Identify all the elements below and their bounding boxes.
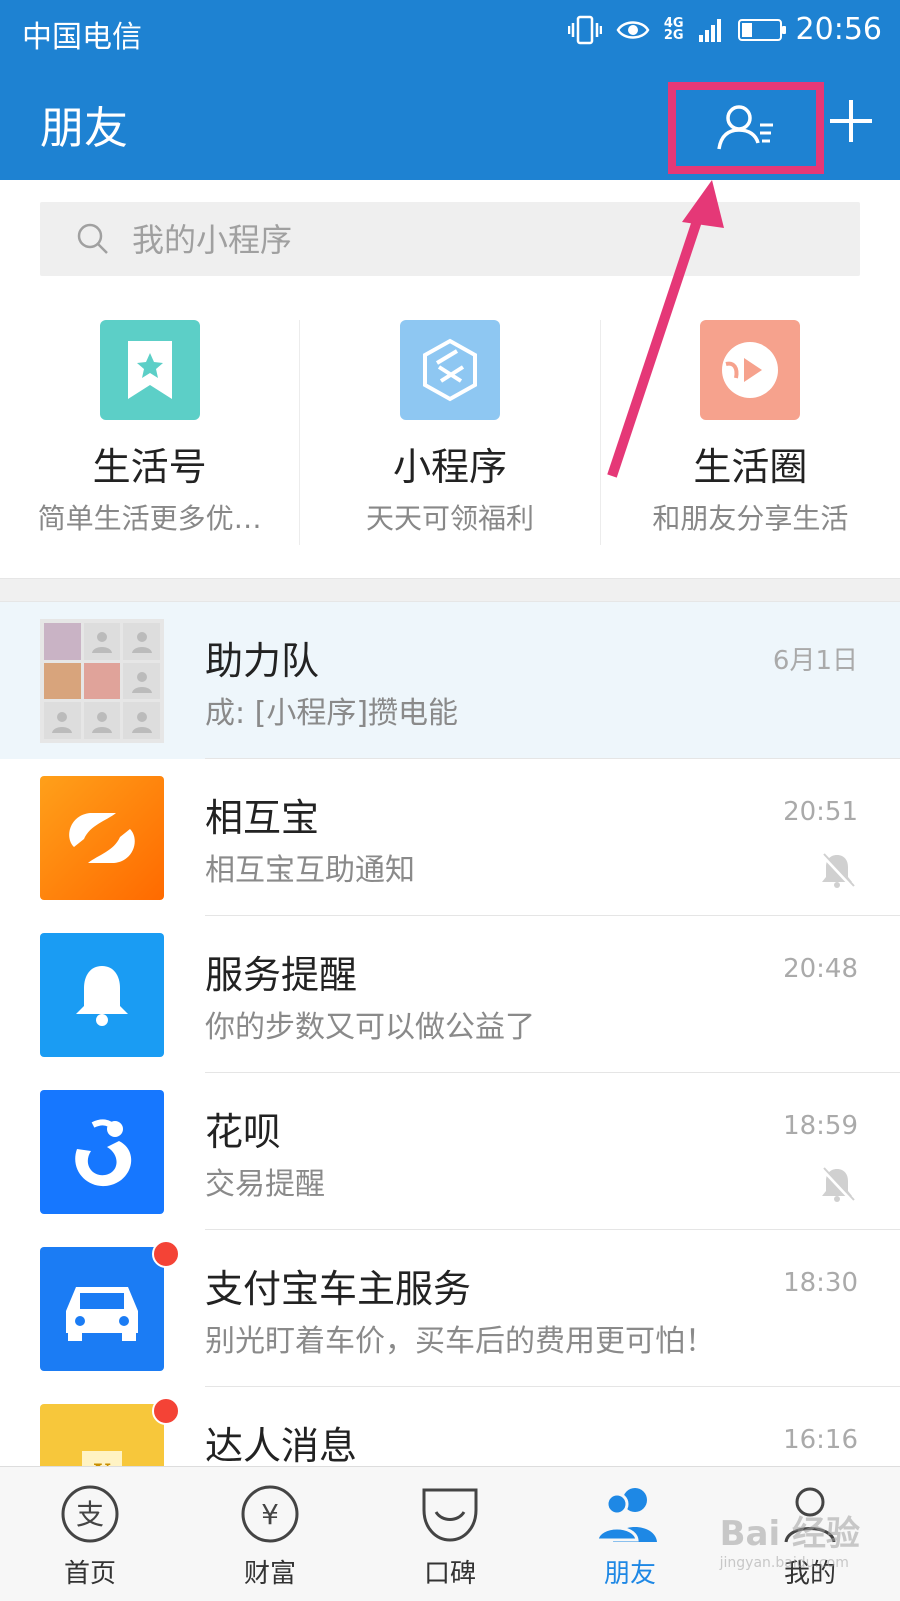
battery-icon bbox=[737, 18, 786, 41]
message-time: 18:59 bbox=[783, 1111, 858, 1141]
message-row-zhuli[interactable]: 助力队 成: [小程序]攒电能 6月1日 bbox=[0, 602, 900, 759]
message-title: 花呗 bbox=[205, 1110, 282, 1154]
tab-label: 财富 bbox=[243, 1559, 296, 1589]
mini-program-icon bbox=[422, 338, 477, 402]
eye-icon bbox=[616, 20, 650, 39]
person-icon bbox=[52, 711, 73, 733]
huabei-icon bbox=[40, 1090, 164, 1214]
tab-wealth[interactable]: ¥ 财富 bbox=[180, 1467, 360, 1601]
app-name: 生活圈 bbox=[693, 445, 808, 489]
page-title: 朋友 bbox=[40, 103, 128, 154]
message-row-fuwu[interactable]: 服务提醒 你的步数又可以做公益了 20:48 bbox=[0, 916, 900, 1073]
plus-icon bbox=[830, 100, 872, 142]
app-desc: 天天可领福利 bbox=[365, 502, 534, 535]
message-row-xianghubao[interactable]: 相互宝 相互宝互助通知 20:51 bbox=[0, 759, 900, 916]
tab-koubei[interactable]: 口碑 bbox=[360, 1467, 540, 1601]
person-icon bbox=[91, 711, 112, 733]
app-tile bbox=[99, 320, 200, 420]
status-bar: 中国电信 4G 2G 20:56 bbox=[0, 0, 900, 64]
contacts-button[interactable] bbox=[668, 82, 824, 174]
xianghubao-icon bbox=[40, 776, 164, 900]
app-desc: 和朋友分享生活 bbox=[652, 502, 849, 535]
top-bar: 中国电信 4G 2G 20:56 朋友 bbox=[0, 0, 900, 180]
person-icon bbox=[131, 711, 152, 733]
message-list: 助力队 成: [小程序]攒电能 6月1日 相互宝 相互宝互助通知 20:51 服… bbox=[0, 602, 900, 1544]
search-bar[interactable] bbox=[40, 202, 860, 278]
status-icons: 4G 2G 20:56 bbox=[567, 12, 882, 47]
message-time: 20:48 bbox=[783, 954, 858, 984]
section-divider bbox=[0, 578, 900, 602]
message-row-chezhu[interactable]: 支付宝车主服务 别光盯着车价，买车后的费用更可怕！ 18:30 bbox=[0, 1230, 900, 1387]
message-title: 服务提醒 bbox=[205, 953, 358, 997]
watermark: Bai 经验 jingyan.baidu.com bbox=[720, 1506, 860, 1571]
tab-friends[interactable]: 朋友 bbox=[540, 1467, 720, 1601]
message-title: 相互宝 bbox=[205, 796, 320, 840]
message-time: 16:16 bbox=[783, 1425, 858, 1455]
mute-bell-icon bbox=[820, 853, 855, 889]
life-circle-icon bbox=[722, 342, 779, 398]
friends-icon bbox=[595, 1488, 657, 1542]
group-avatar bbox=[40, 619, 164, 743]
add-button[interactable] bbox=[826, 96, 876, 146]
message-preview: 别光盯着车价，买车后的费用更可怕！ bbox=[205, 1324, 715, 1359]
carrier-label: 中国电信 bbox=[22, 20, 142, 55]
person-icon bbox=[131, 632, 152, 654]
contacts-icon bbox=[717, 105, 773, 150]
network-indicator: 4G 2G bbox=[663, 15, 684, 43]
bookmark-star-icon bbox=[127, 341, 172, 399]
person-icon bbox=[131, 671, 152, 693]
car-icon bbox=[40, 1247, 164, 1371]
message-preview: 你的步数又可以做公益了 bbox=[205, 1010, 535, 1045]
bell-icon bbox=[40, 933, 164, 1057]
message-time: 20:51 bbox=[783, 797, 858, 827]
message-title: 助力队 bbox=[205, 639, 320, 683]
koubei-icon bbox=[422, 1488, 478, 1542]
search-input[interactable] bbox=[130, 202, 834, 278]
message-preview: 交易提醒 bbox=[205, 1167, 325, 1202]
tab-home[interactable]: 支 首页 bbox=[0, 1467, 180, 1601]
watermark-brand: Bai 经验 bbox=[719, 1514, 860, 1554]
message-time: 6月1日 bbox=[772, 646, 858, 676]
app-shenghuoquan[interactable]: 生活圈 和朋友分享生活 bbox=[599, 320, 900, 545]
message-preview: 成: [小程序]攒电能 bbox=[205, 696, 459, 731]
person-icon bbox=[91, 632, 112, 654]
message-preview: 相互宝互助通知 bbox=[205, 853, 415, 888]
tab-label: 首页 bbox=[63, 1559, 116, 1589]
app-shenghuohao[interactable]: 生活号 简单生活更多优… bbox=[0, 320, 299, 545]
message-title: 支付宝车主服务 bbox=[205, 1267, 472, 1311]
clock: 20:56 bbox=[795, 12, 882, 47]
svg-text:支: 支 bbox=[76, 1498, 104, 1531]
message-title: 达人消息 bbox=[205, 1424, 358, 1468]
friends-content: 生活号 简单生活更多优… 小程序 天天可领福利 生活圈 和朋友分享生活 bbox=[0, 180, 900, 602]
app-tile bbox=[700, 320, 801, 420]
unread-badge bbox=[152, 1240, 180, 1268]
mute-bell-icon bbox=[820, 1167, 855, 1203]
yuan-icon: ¥ bbox=[241, 1485, 299, 1543]
unread-badge bbox=[152, 1397, 180, 1425]
tab-label: 朋友 bbox=[603, 1559, 656, 1589]
signal-icon bbox=[698, 18, 721, 42]
message-time: 18:30 bbox=[783, 1268, 858, 1298]
home-alipay-icon: 支 bbox=[61, 1485, 119, 1543]
tab-label: 口碑 bbox=[423, 1559, 476, 1589]
app-shortcuts: 生活号 简单生活更多优… 小程序 天天可领福利 生活圈 和朋友分享生活 bbox=[0, 320, 900, 545]
vibrate-icon bbox=[567, 15, 602, 44]
svg-text:¥: ¥ bbox=[261, 1498, 279, 1531]
search-icon bbox=[77, 223, 108, 254]
app-desc: 简单生活更多优… bbox=[37, 502, 262, 535]
app-name: 小程序 bbox=[392, 445, 507, 489]
message-row-huabei[interactable]: 花呗 交易提醒 18:59 bbox=[0, 1073, 900, 1230]
app-name: 生活号 bbox=[92, 445, 207, 489]
app-tile bbox=[399, 320, 500, 420]
app-xiaochengxu[interactable]: 小程序 天天可领福利 bbox=[299, 320, 599, 545]
watermark-url: jingyan.baidu.com bbox=[719, 1555, 849, 1571]
